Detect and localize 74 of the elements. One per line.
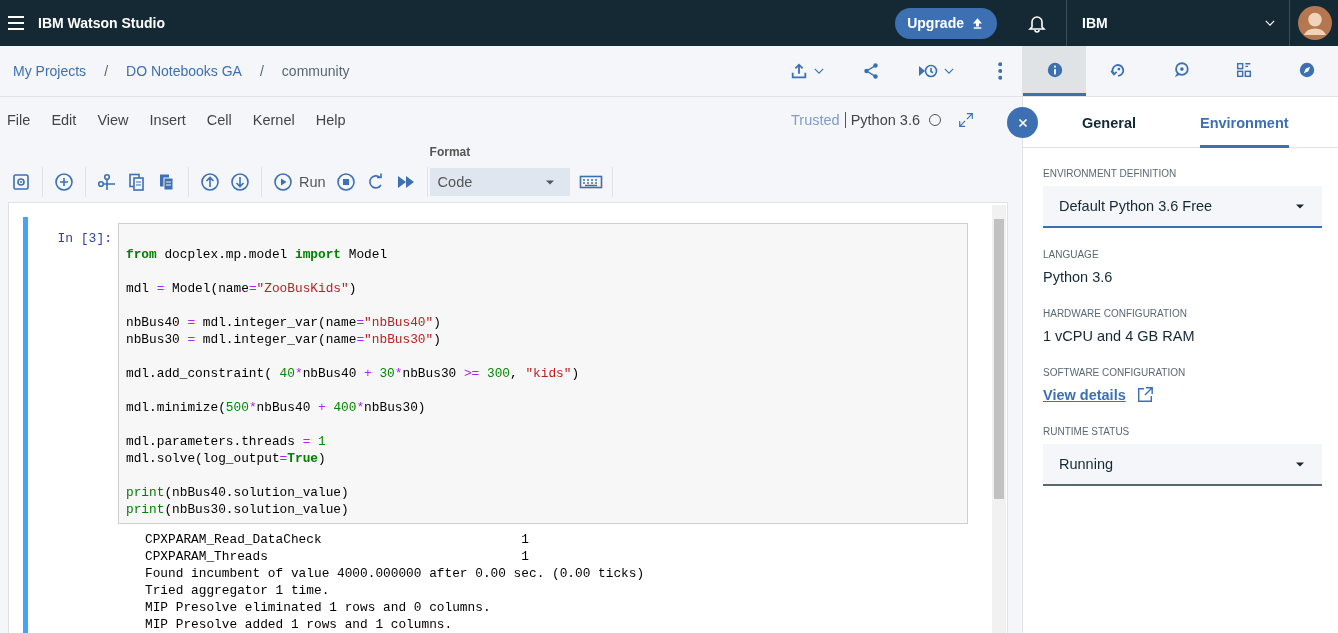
output-line: CPXPARAM_Read_DataCheck 1: [145, 531, 530, 548]
menu-item[interactable]: View: [97, 112, 129, 128]
breadcrumb-current: community: [281, 63, 350, 79]
external-link-icon[interactable]: [1135, 386, 1154, 404]
play-icon: [273, 172, 293, 192]
arrow-up-icon: [200, 172, 220, 192]
code-line: from docplex.mp.model import Model: [126, 246, 389, 263]
field-label: HARDWARE CONFIGURATION: [1043, 308, 1188, 320]
menu-item[interactable]: Cell: [206, 112, 232, 128]
dropdown-field[interactable]: Default Python 3.6 Free: [1043, 186, 1322, 228]
field-value: 1 vCPU and 4 GB RAM: [1043, 327, 1196, 346]
breadcrumb-link[interactable]: DO Notebooks GA: [126, 63, 242, 79]
arrow-down-icon: [230, 172, 250, 192]
bell-icon: [1027, 13, 1047, 33]
run-button[interactable]: Run: [268, 167, 331, 197]
grid-icon: [1234, 60, 1253, 79]
menu-item[interactable]: File: [7, 112, 31, 128]
cell-type-select[interactable]: Code: [429, 168, 570, 196]
upload-arrow-icon: [970, 15, 985, 31]
avatar-icon[interactable]: [1298, 6, 1332, 40]
menu-item[interactable]: Insert: [149, 112, 186, 128]
code-line: mdl = Model(name="ZooBusKids"): [126, 280, 358, 297]
output-line: CPXPARAM_Threads 1: [145, 548, 530, 565]
menu-icon: [6, 13, 26, 33]
output-line: Found incumbent of value 4000.000000 after 0.00 sec. (0.00 ticks): [145, 565, 646, 582]
close-button[interactable]: [1007, 107, 1038, 138]
output-line: Tried aggregator 1 time.: [145, 582, 331, 599]
compass-icon: [1297, 60, 1316, 79]
menu-item[interactable]: Help: [315, 112, 346, 128]
breadcrumb-separator: /: [259, 63, 264, 79]
field-label: SOFTWARE CONFIGURATION: [1043, 367, 1187, 379]
info-tab[interactable]: [1023, 46, 1086, 96]
field-label: LANGUAGE: [1043, 249, 1100, 261]
scrollbar-thumb[interactable]: [994, 219, 1004, 499]
panel-tab[interactable]: General: [1082, 97, 1136, 148]
format-label: Format: [429, 145, 471, 159]
expand-icon: [957, 111, 975, 129]
overflow-menu-icon: [997, 62, 1002, 80]
field-label: ENVIRONMENT DEFINITION: [1043, 168, 1178, 180]
trusted-label: Trusted: [791, 112, 840, 128]
field-label: RUNTIME STATUS: [1043, 426, 1131, 438]
app-title: IBM Watson Studio: [38, 15, 166, 31]
output-line: MIP Presolve eliminated 1 rows and 0 columns.: [145, 599, 492, 616]
add-icon: [54, 172, 74, 192]
upgrade-button[interactable]: Upgrade: [895, 7, 997, 39]
copy-icon: [127, 172, 147, 192]
scissors-icon: [97, 172, 117, 192]
breadcrumb-separator: /: [104, 63, 108, 79]
code-line: print(nbBus30.solution_value): [126, 501, 350, 518]
breadcrumb-link[interactable]: My Projects: [13, 63, 87, 79]
kernel-name: Python 3.6: [844, 112, 920, 128]
view-details-link[interactable]: View details: [1043, 385, 1126, 405]
info-icon: [1045, 60, 1064, 79]
upload-icon: [789, 62, 808, 80]
code-line: print(nbBus40.solution_value): [126, 484, 350, 501]
code-line: mdl.solve(log_output=True): [126, 450, 327, 467]
code-line: mdl.add_constraint( 40*nbBus40 + 30*nbBus30 >= 300, "kids"): [126, 365, 581, 382]
code-line: mdl.minimize(500*nbBus40 + 400*nbBus30): [126, 399, 427, 416]
dropdown-field[interactable]: Running: [1043, 444, 1322, 486]
menu-item[interactable]: Kernel: [252, 112, 295, 128]
menu-button[interactable]: [6, 13, 26, 33]
panel-tab[interactable]: Environment: [1200, 97, 1289, 148]
cell-prompt: In [3]:: [56, 230, 113, 248]
scrollbar[interactable]: [992, 205, 1006, 633]
code-line: nbBus40 = mdl.integer_var(name="nbBus40"): [126, 314, 442, 331]
field-value: Python 3.6: [1043, 268, 1114, 287]
expand-button[interactable]: [957, 111, 975, 129]
code-editor[interactable]: [118, 223, 968, 524]
output-line: MIP Presolve added 1 rows and 1 columns.: [145, 616, 454, 633]
menu-item[interactable]: Edit: [51, 112, 77, 128]
code-line: nbBus30 = mdl.integer_var(name="nbBus30"): [126, 331, 442, 348]
code-line: mdl.parameters.threads = 1: [126, 433, 327, 450]
stop-icon: [335, 172, 356, 192]
share-icon: [861, 62, 880, 80]
